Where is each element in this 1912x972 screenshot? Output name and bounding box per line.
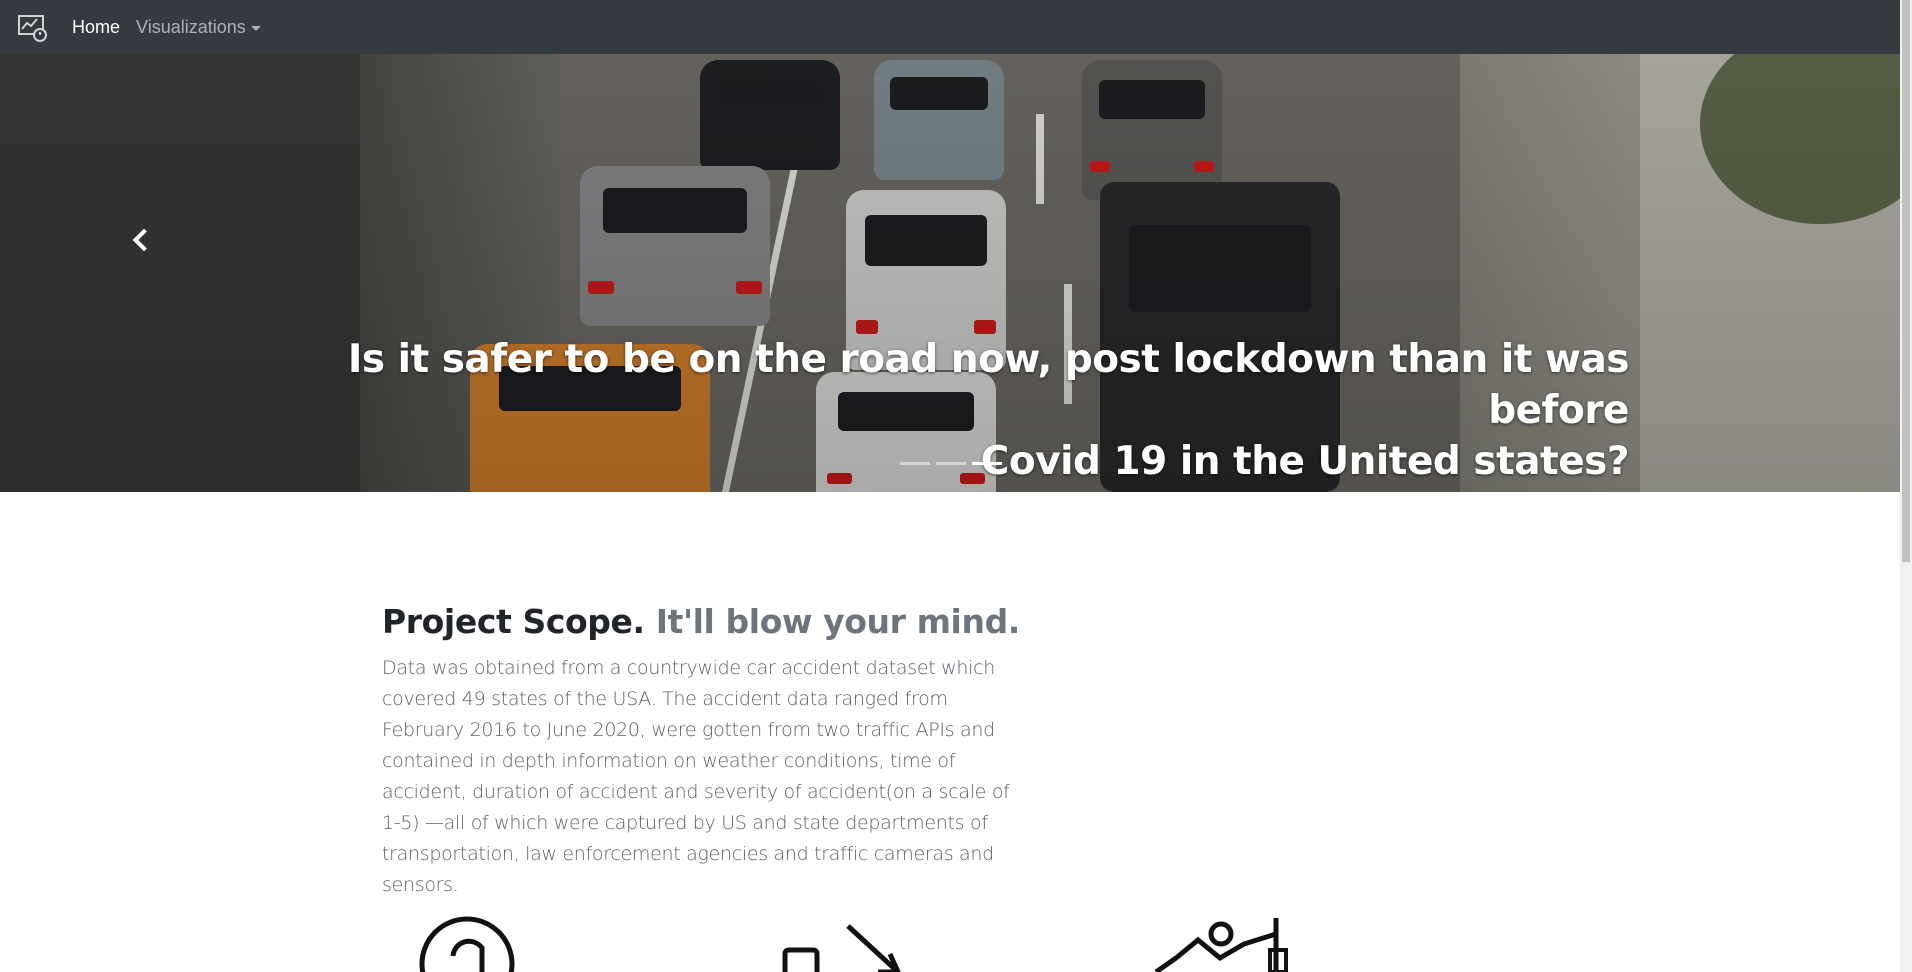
carousel-indicator[interactable] xyxy=(936,462,966,465)
line-chart-icon xyxy=(1150,914,1300,972)
trending-down-icon xyxy=(770,914,920,972)
chevron-left-icon xyxy=(132,228,156,252)
heading-muted: It'll blow your mind. xyxy=(655,602,1021,641)
carousel-indicators xyxy=(900,462,1002,465)
clock-icon xyxy=(410,914,560,972)
nav-visualizations-label: Visualizations xyxy=(136,16,246,37)
nav-visualizations-dropdown[interactable]: Visualizations xyxy=(136,17,261,38)
nav-home-link[interactable]: Home xyxy=(72,17,120,38)
carousel-indicator[interactable] xyxy=(900,462,930,465)
project-scope-heading: Project Scope. It'll blow your mind. xyxy=(382,602,1020,641)
carousel-indicator-active[interactable] xyxy=(972,462,1002,465)
page-scrollbar[interactable] xyxy=(1900,0,1912,972)
scrollbar-thumb[interactable] xyxy=(1902,0,1910,562)
dashboard-chart-logo-icon[interactable] xyxy=(16,11,48,43)
hero-caption-line1: Is it safer to be on the road now, post … xyxy=(347,337,1630,433)
top-navbar: Home Visualizations xyxy=(0,0,1900,54)
caret-down-icon xyxy=(250,25,261,31)
heading-strong: Project Scope. xyxy=(382,602,645,641)
project-scope-description: Data was obtained from a countrywide car… xyxy=(382,657,1010,896)
